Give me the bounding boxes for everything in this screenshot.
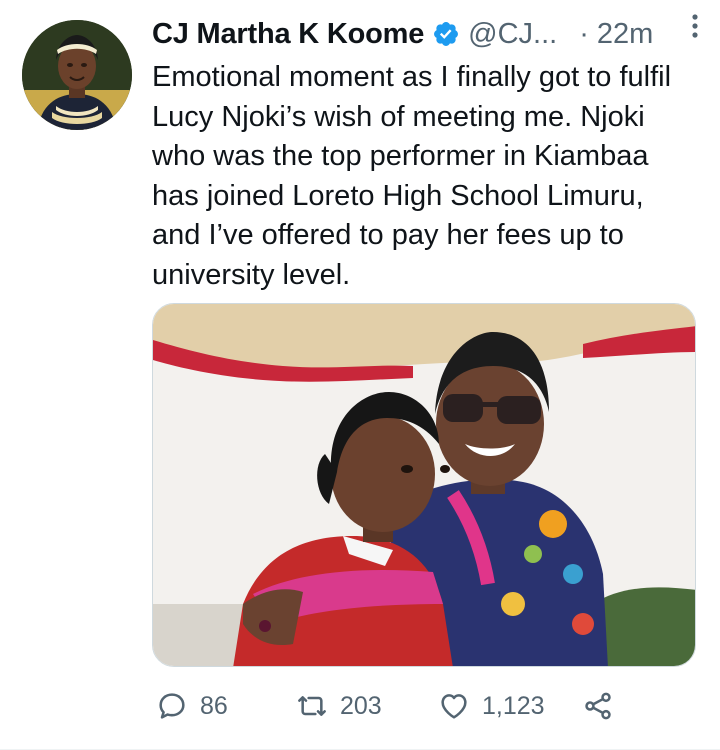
tweet-text: Emotional moment as I finally got to ful… bbox=[152, 61, 672, 291]
reply-icon bbox=[159, 693, 185, 719]
reply-count: 86 bbox=[200, 691, 228, 720]
tweet-photo[interactable] bbox=[152, 303, 696, 667]
retweet-icon bbox=[298, 696, 326, 716]
tweet-actions: 86 203 1,123 bbox=[152, 684, 692, 728]
like-icon bbox=[441, 694, 467, 719]
tweet-header: CJ Martha K Koome @CJ... · 22m bbox=[152, 12, 696, 56]
header-separator: · bbox=[579, 17, 589, 50]
share-icon bbox=[585, 692, 611, 720]
photo-image bbox=[153, 304, 695, 666]
tweet-card[interactable]: CJ Martha K Koome @CJ... · 22m Emotional… bbox=[0, 0, 720, 750]
tweet-timestamp[interactable]: 22m bbox=[597, 18, 653, 51]
more-options-button[interactable] bbox=[680, 8, 710, 44]
avatar-image bbox=[22, 20, 132, 130]
share-button[interactable] bbox=[582, 684, 614, 728]
like-button[interactable]: 1,123 bbox=[438, 684, 545, 728]
retweet-count: 203 bbox=[340, 691, 382, 720]
reply-button[interactable]: 86 bbox=[156, 684, 228, 728]
more-options-icon bbox=[692, 14, 698, 38]
author-avatar[interactable] bbox=[22, 20, 132, 130]
retweet-button[interactable]: 203 bbox=[296, 684, 382, 728]
author-name[interactable]: CJ Martha K Koome bbox=[152, 18, 424, 51]
author-handle[interactable]: @CJ... bbox=[468, 18, 557, 51]
like-count: 1,123 bbox=[482, 691, 545, 720]
verified-badge-icon bbox=[434, 22, 459, 46]
